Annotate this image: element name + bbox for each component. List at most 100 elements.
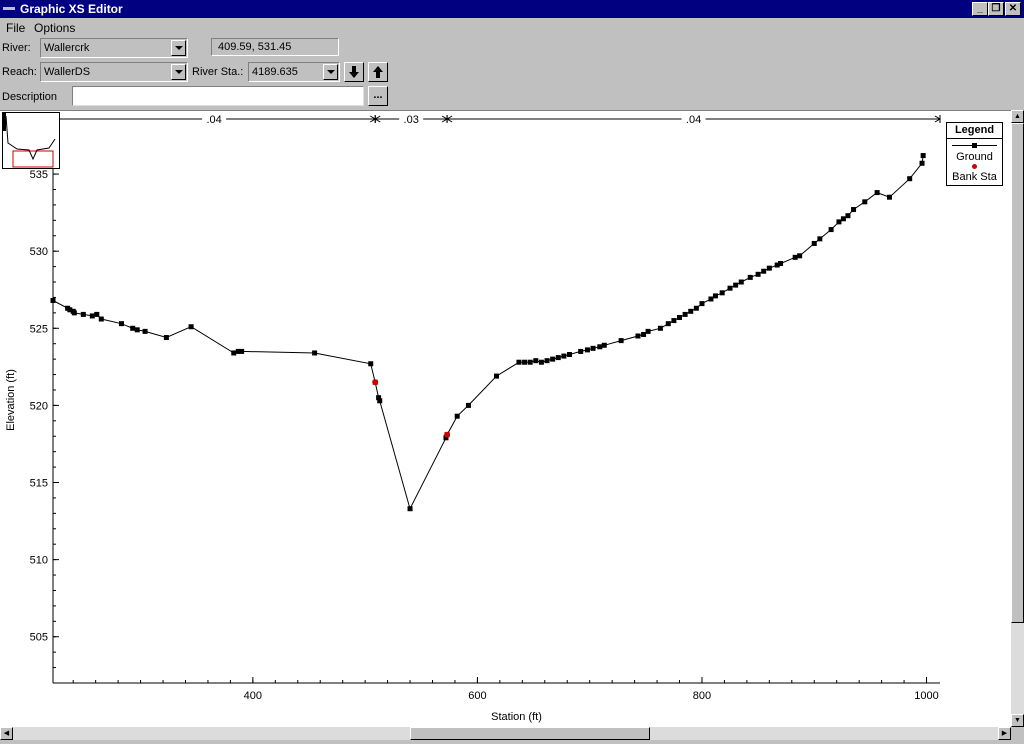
scroll-down-button[interactable]: ▼ (1011, 714, 1024, 727)
ground-point (828, 227, 834, 233)
ground-point (688, 308, 694, 314)
ground-point (533, 358, 539, 364)
ground-point (71, 310, 77, 316)
ground-point (522, 359, 528, 365)
ground-point (130, 325, 136, 331)
scroll-left-button[interactable]: ◀ (0, 727, 13, 740)
ground-point (811, 240, 817, 246)
ground-point (657, 325, 663, 331)
ground-point (840, 216, 846, 222)
river-sta-select[interactable]: 4189.635 (248, 62, 340, 82)
x-tick-label: 800 (693, 690, 711, 702)
river-select[interactable]: Wallercrk (40, 38, 188, 58)
y-tick-label: 505 (30, 632, 48, 644)
x-tick-label: 1000 (914, 690, 938, 702)
bank-station-point (372, 379, 379, 386)
restore-button[interactable]: ❐ (988, 2, 1004, 16)
vertical-scrollbar[interactable]: ▲ ▼ (1011, 110, 1024, 727)
ground-point (761, 268, 767, 274)
ground-point (797, 253, 803, 259)
ground-point (699, 301, 705, 307)
y-tick-label: 510 (30, 555, 48, 567)
x-tick-label: 400 (244, 690, 262, 702)
reach-dropdown-icon[interactable] (171, 64, 186, 80)
ground-line (52, 155, 924, 511)
y-axis-label: Elevation (ft) (5, 369, 17, 431)
river-sta-dropdown-icon[interactable] (323, 64, 338, 80)
ground-point (188, 324, 194, 330)
legend-bank-label: Bank Sta (952, 171, 997, 183)
ground-point (874, 190, 880, 196)
chart-legend: Legend Ground Bank Sta (946, 122, 1003, 186)
close-button[interactable]: ✕ (1005, 2, 1021, 16)
ground-point (163, 335, 169, 341)
title-bar[interactable]: Graphic XS Editor _ ❐ ✕ (0, 0, 1024, 18)
ground-point (727, 285, 733, 291)
river-dropdown-icon[interactable] (171, 40, 186, 56)
ground-point (671, 318, 677, 324)
ground-point (708, 296, 714, 302)
legend-ground-label: Ground (956, 151, 993, 163)
river-sta-label: River Sta.: (192, 66, 244, 78)
overview-thumbnail[interactable] (2, 112, 60, 169)
scroll-up-button[interactable]: ▲ (1011, 110, 1024, 123)
ground-point (454, 413, 460, 419)
horizontal-scroll-thumb[interactable] (410, 727, 650, 740)
app-icon[interactable] (3, 7, 15, 10)
reach-select[interactable]: WallerDS (40, 62, 188, 82)
description-label: Description (2, 91, 58, 103)
ground-point (555, 355, 561, 361)
menu-options[interactable]: Options (34, 21, 75, 35)
ground-point (738, 279, 744, 285)
horizontal-scrollbar[interactable]: ◀ ▶ (0, 727, 1011, 740)
scroll-right-button[interactable]: ▶ (998, 727, 1011, 740)
ground-point (50, 298, 56, 304)
manning-n-label: .04 (686, 114, 701, 126)
manning-n-label: .04 (206, 114, 221, 126)
legend-bank-marker (972, 164, 977, 169)
ground-point (845, 213, 851, 219)
window-title: Graphic XS Editor (20, 2, 123, 16)
minimize-button[interactable]: _ (972, 2, 988, 16)
y-tick-label: 535 (30, 169, 48, 181)
river-sta-value: 4189.635 (252, 66, 298, 78)
ground-point (407, 506, 413, 512)
next-downstream-button[interactable] (344, 62, 364, 82)
reach-value: WallerDS (44, 66, 91, 78)
ground-point (747, 274, 753, 280)
ground-point (862, 199, 868, 205)
ground-point (778, 261, 784, 267)
overview-preview (3, 113, 56, 168)
y-tick-label: 515 (30, 478, 48, 490)
cross-section-plot[interactable]: 505 510 515 520 525 530 535 400 600 800 1000 Statio… (0, 110, 1011, 727)
ground-point (94, 311, 100, 317)
description-input[interactable] (72, 86, 364, 106)
ground-point (920, 153, 926, 159)
ground-point (682, 311, 688, 317)
ground-point (907, 176, 913, 182)
bank-station-point (444, 431, 451, 438)
vertical-scroll-thumb[interactable] (1011, 123, 1024, 623)
ground-point (635, 333, 641, 339)
ground-point (98, 316, 104, 322)
cross-section-chart: 505 510 515 520 525 530 535 400 600 800 1000 Statio… (5, 113, 941, 723)
ground-point (755, 271, 761, 277)
next-upstream-button[interactable] (368, 62, 388, 82)
reach-label: Reach: (2, 66, 37, 78)
river-value: Wallercrk (44, 42, 90, 54)
ground-point (693, 305, 699, 311)
ground-point (312, 350, 318, 356)
ground-point (80, 311, 86, 317)
menu-file[interactable]: File (6, 21, 25, 35)
ground-point (597, 344, 603, 350)
menu-bar: File Options (0, 18, 1024, 38)
x-tick-label: 600 (468, 690, 486, 702)
ground-point (618, 338, 624, 344)
ground-point (538, 359, 544, 365)
ground-point (465, 402, 471, 408)
browse-description-button[interactable]: ... (368, 86, 388, 106)
ground-point (561, 353, 567, 359)
ground-point (719, 290, 725, 296)
ground-point (566, 352, 572, 358)
manning-n-label: .03 (404, 114, 419, 126)
